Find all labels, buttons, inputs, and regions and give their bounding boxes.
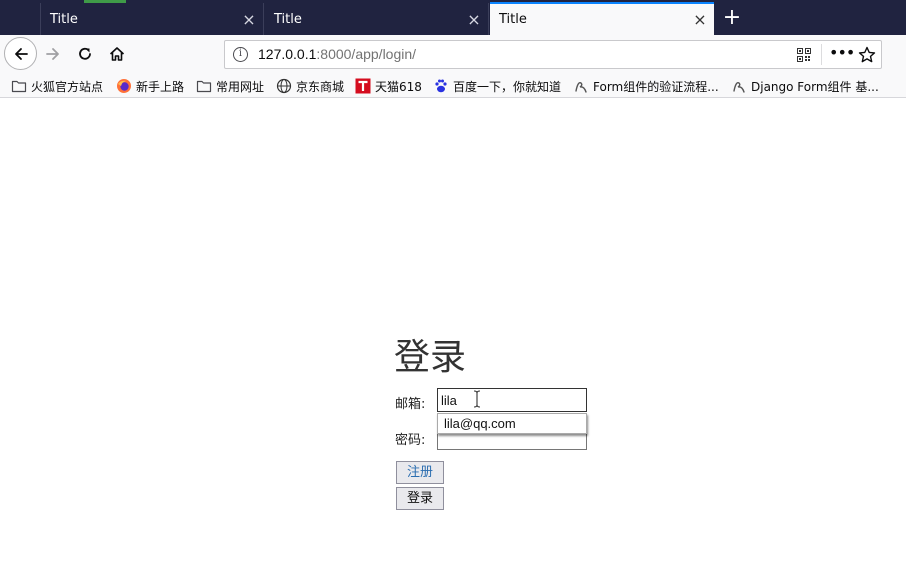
- bookmark-label: Django Form组件 基...: [751, 79, 879, 94]
- bookmark-tmall[interactable]: 天猫618: [355, 77, 422, 95]
- bookmark-common-sites[interactable]: 常用网址: [196, 77, 264, 95]
- bookmark-firefox-official[interactable]: 火狐官方站点: [11, 77, 103, 95]
- tab-3-close-icon[interactable]: ×: [686, 10, 714, 29]
- bookmark-label: 天猫618: [375, 79, 422, 94]
- login-button[interactable]: 登录: [396, 487, 444, 510]
- back-arrow-icon: [14, 47, 28, 60]
- tab-1-close-icon[interactable]: ×: [235, 10, 263, 29]
- folder-icon: [11, 80, 27, 93]
- blog-icon: [733, 81, 745, 93]
- bookmark-baidu[interactable]: 百度一下，你就知道: [433, 77, 561, 95]
- forward-arrow-icon: [46, 48, 59, 60]
- tmall-icon: [355, 78, 371, 94]
- reload-icon: [79, 47, 91, 60]
- url-text[interactable]: 127.0.0.1:8000/app/login/: [258, 46, 416, 62]
- globe-icon: [276, 78, 292, 94]
- tab-2[interactable]: Title ×: [265, 3, 489, 35]
- bookmark-label: Form组件的验证流程...: [593, 79, 719, 94]
- password-label: 密码:: [395, 433, 426, 448]
- bookmark-label: 常用网址: [216, 79, 265, 94]
- tab-3-active[interactable]: Title ×: [490, 2, 714, 35]
- home-button[interactable]: [102, 39, 132, 69]
- bookmark-getting-started[interactable]: 新手上路: [116, 77, 184, 95]
- url-host: 127.0.0.1: [258, 46, 317, 62]
- bookmark-label: 火狐官方站点: [31, 79, 104, 94]
- blog-icon: [575, 81, 587, 93]
- tab-3-title: Title: [499, 12, 527, 27]
- page-actions-menu-icon[interactable]: •••: [829, 45, 855, 65]
- home-icon: [109, 47, 125, 61]
- bookmarks-toolbar: 火狐官方站点 新手上路 常用网址 京东商城 天猫618 百度一下，你就知道 Fo…: [0, 73, 906, 98]
- tab-2-title: Title: [274, 11, 302, 27]
- text-cursor-icon: [473, 390, 481, 408]
- autocomplete-suggestion[interactable]: lila@qq.com: [437, 413, 587, 434]
- bookmark-label: 新手上路: [136, 79, 185, 94]
- tab-1[interactable]: Title ×: [40, 3, 264, 35]
- navigation-bar: i 127.0.0.1:8000/app/login/ •••: [0, 35, 906, 73]
- back-button[interactable]: [4, 37, 37, 70]
- bookmark-django-form[interactable]: Django Form组件 基...: [731, 77, 879, 95]
- email-label: 邮箱:: [395, 397, 426, 412]
- site-info-icon[interactable]: i: [233, 47, 248, 62]
- tab-2-close-icon[interactable]: ×: [460, 10, 488, 29]
- page-title: 登录: [394, 337, 467, 378]
- reload-button[interactable]: [70, 39, 100, 69]
- bookmark-label: 百度一下，你就知道: [453, 79, 562, 94]
- bookmark-label: 京东商城: [296, 79, 345, 94]
- url-path: :8000/app/login/: [316, 46, 417, 62]
- tab-strip: Title × Title × Title × +: [0, 0, 906, 35]
- bookmark-form-validation[interactable]: Form组件的验证流程...: [573, 77, 719, 95]
- bookmark-star-icon[interactable]: [857, 45, 877, 65]
- baidu-paw-icon: [435, 79, 447, 93]
- tab-1-title: Title: [50, 11, 78, 27]
- forward-button[interactable]: [38, 39, 68, 69]
- register-button[interactable]: 注册: [396, 461, 444, 484]
- url-bar-divider: [821, 44, 822, 65]
- bookmark-jd[interactable]: 京东商城: [276, 77, 344, 95]
- new-tab-icon[interactable]: +: [720, 5, 744, 31]
- page-content: 登录 邮箱: 密码: lila@qq.com 注册 登录: [0, 98, 906, 567]
- folder-icon: [196, 80, 212, 93]
- url-bar[interactable]: i 127.0.0.1:8000/app/login/ •••: [224, 40, 882, 69]
- firefox-icon: [117, 79, 131, 93]
- email-field[interactable]: [437, 388, 587, 412]
- qr-code-icon[interactable]: [797, 48, 811, 62]
